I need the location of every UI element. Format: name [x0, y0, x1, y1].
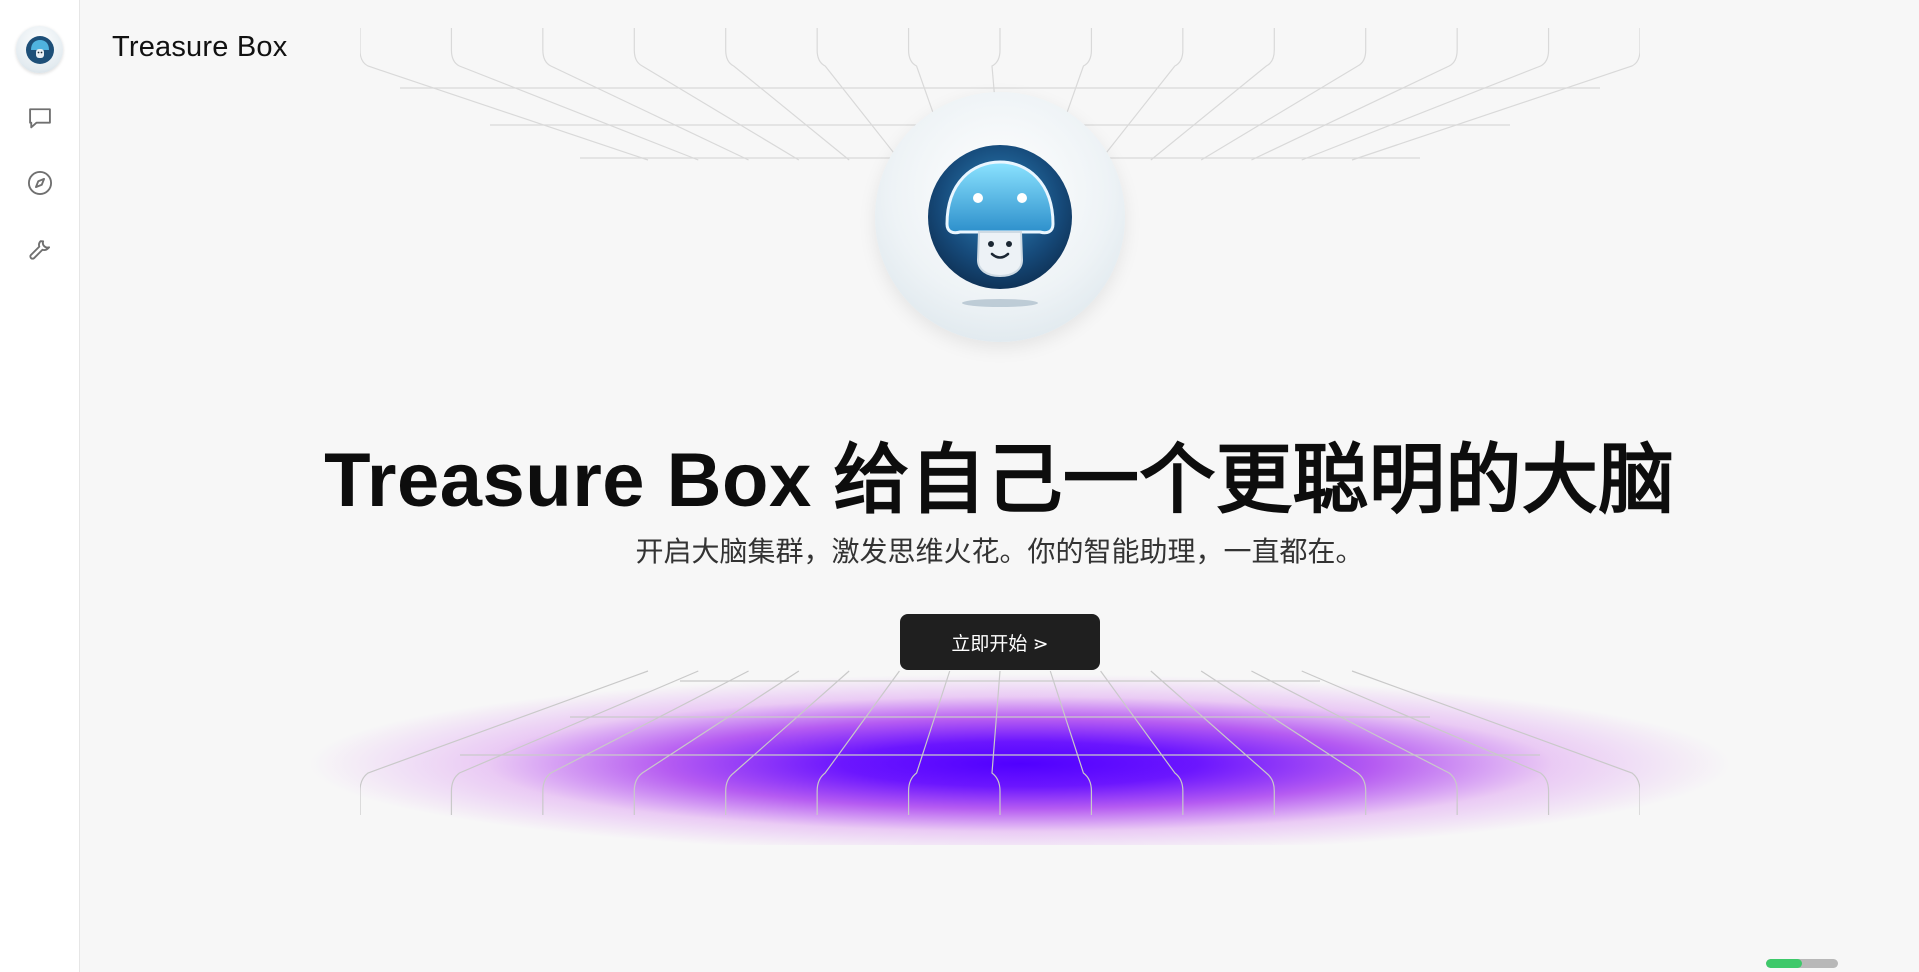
mushroom-icon: [25, 35, 54, 64]
hero-logo: [875, 92, 1125, 342]
sidebar-item-discover[interactable]: [20, 163, 60, 203]
hero-subtitle: 开启大脑集群，激发思维火花。你的智能助理，一直都在。: [635, 536, 1364, 567]
sidebar: [0, 0, 80, 972]
perspective-grid-bottom: [360, 670, 1640, 815]
progress-indicator: [1766, 959, 1838, 968]
sidebar-item-chat[interactable]: [20, 98, 60, 138]
wrench-icon: [29, 240, 51, 260]
compass-icon: [27, 170, 53, 196]
mushroom-mascot-icon: [928, 145, 1072, 307]
progress-fill: [1766, 959, 1802, 968]
get-started-button[interactable]: 立即开始 ⋗: [900, 614, 1100, 670]
hero-headline: Treasure Box 给自己一个更聪明的大脑: [324, 438, 1675, 523]
chat-bubble-icon: [29, 108, 51, 129]
sidebar-item-tools[interactable]: [20, 228, 60, 268]
app-window: Treasure Box Treasure Box 给自己一个更聪明的大脑 开启…: [0, 0, 1919, 972]
main-content: Treasure Box Treasure Box 给自己一个更聪明的大脑 开启…: [80, 0, 1919, 972]
app-logo-avatar[interactable]: [16, 26, 63, 73]
app-title: Treasure Box: [112, 31, 288, 63]
